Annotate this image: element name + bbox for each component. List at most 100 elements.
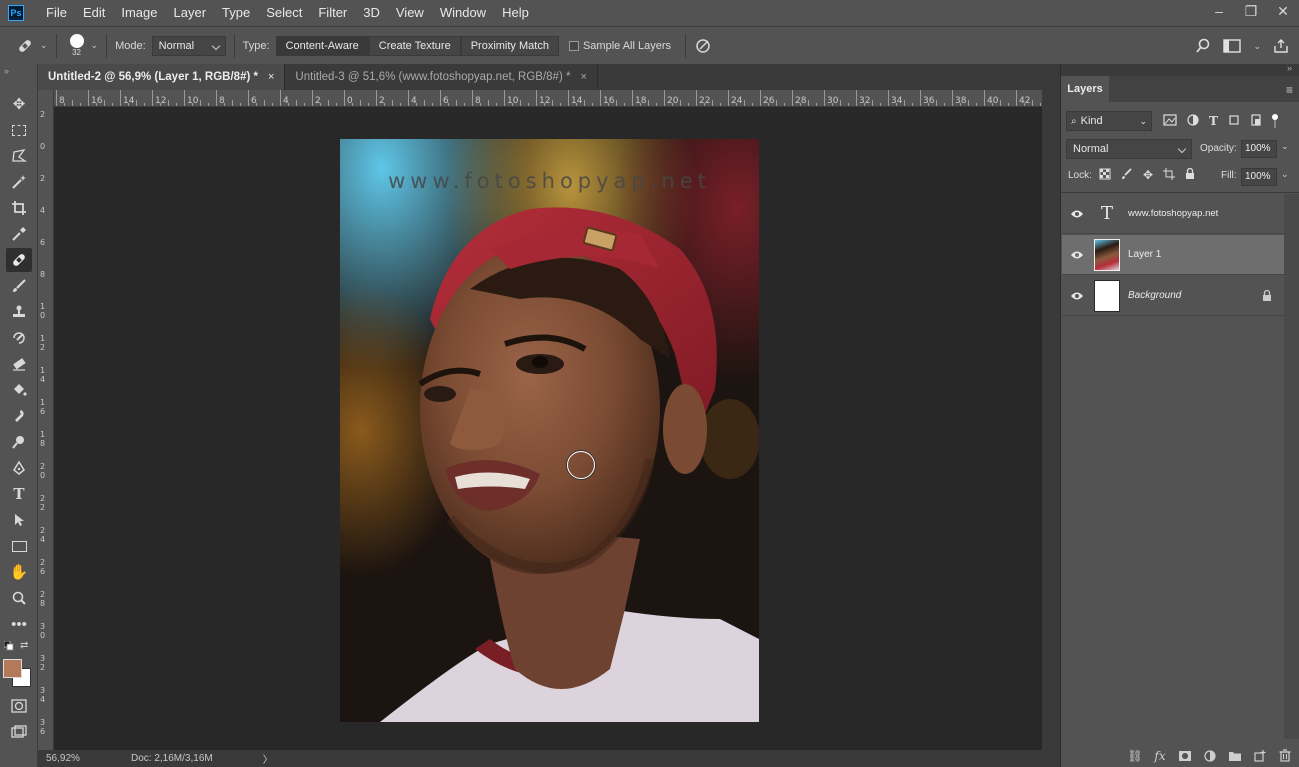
menu-layer[interactable]: Layer [166, 0, 215, 26]
tab-layers[interactable]: Layers [1061, 76, 1109, 102]
visibility-eye-icon[interactable] [1062, 250, 1092, 260]
sample-all-layers-checkbox[interactable] [568, 40, 579, 51]
magic-wand-tool-icon[interactable] [6, 170, 32, 194]
menu-select[interactable]: Select [258, 0, 310, 26]
visibility-eye-icon[interactable] [1062, 291, 1092, 301]
menu-type[interactable]: Type [214, 0, 258, 26]
marquee-tool-icon[interactable] [6, 118, 32, 142]
smudge-tool-icon[interactable] [6, 404, 32, 428]
vertical-scrollbar[interactable] [1042, 90, 1060, 750]
fill-chevron-icon[interactable]: ⌄ [1281, 169, 1289, 180]
path-selection-tool-icon[interactable] [6, 508, 32, 532]
opacity-chevron-icon[interactable]: ⌄ [1281, 141, 1289, 152]
pressure-size-icon[interactable] [694, 37, 712, 55]
tab-untitled-2[interactable]: Untitled-2 @ 56,9% (Layer 1, RGB/8#) * × [38, 64, 286, 90]
eraser-tool-icon[interactable] [6, 352, 32, 376]
opacity-input[interactable]: 100% [1241, 140, 1277, 158]
content-aware-button[interactable]: Content-Aware [275, 35, 369, 56]
menu-help[interactable]: Help [494, 0, 537, 26]
visibility-eye-icon[interactable] [1062, 209, 1092, 219]
share-icon[interactable] [1273, 38, 1289, 54]
layer-row-background[interactable]: Background [1062, 276, 1284, 316]
zoom-tool-icon[interactable] [6, 586, 32, 610]
zoom-level[interactable]: 56,92% [46, 753, 116, 764]
menu-3d[interactable]: 3D [355, 0, 388, 26]
filter-toggle-icon[interactable] [1271, 114, 1278, 129]
proximity-match-button[interactable]: Proximity Match [460, 35, 559, 56]
workspace-chevron-icon[interactable]: ⌄ [1253, 41, 1261, 52]
create-texture-button[interactable]: Create Texture [368, 35, 461, 56]
layer-style-fx-icon[interactable]: fx [1153, 749, 1167, 763]
filter-shape-icon[interactable] [1228, 114, 1240, 129]
restore-button[interactable]: ❐ [1235, 0, 1267, 22]
layer-filter-select[interactable]: ⌕ Kind ⌄ [1066, 111, 1152, 131]
menu-window[interactable]: Window [432, 0, 494, 26]
lock-image-icon[interactable] [1121, 168, 1133, 183]
delete-layer-trash-icon[interactable] [1278, 749, 1292, 763]
filter-pixel-icon[interactable] [1163, 114, 1177, 129]
new-group-folder-icon[interactable] [1228, 749, 1242, 763]
horizontal-ruler[interactable]: 8 16 14 12 10 8 6 4 2 0 2 4 6 8 10 12 14 16 18 20 22 24 26 28 30… [54, 90, 1042, 107]
screen-mode-icon[interactable] [6, 720, 32, 744]
paint-bucket-tool-icon[interactable] [6, 378, 32, 402]
add-mask-icon[interactable] [1178, 749, 1192, 763]
canvas-workspace[interactable]: www.fotoshopyap.net [54, 107, 1042, 750]
history-brush-tool-icon[interactable] [6, 326, 32, 350]
document-canvas[interactable]: www.fotoshopyap.net [340, 139, 759, 722]
more-tools-icon[interactable]: ••• [6, 612, 32, 636]
crop-tool-icon[interactable] [6, 196, 32, 220]
lock-transparent-icon[interactable] [1099, 168, 1111, 183]
layer-row-layer-1[interactable]: Layer 1 [1062, 235, 1284, 275]
collapse-panel-icon[interactable]: » [4, 66, 9, 76]
menu-filter[interactable]: Filter [310, 0, 355, 26]
move-tool-icon[interactable]: ✥ [6, 92, 32, 116]
link-layers-icon[interactable]: ⛓ [1127, 749, 1142, 763]
type-tool-icon[interactable]: T [6, 482, 32, 506]
filter-type-icon[interactable]: T [1209, 114, 1218, 129]
spot-healing-brush-tool-icon[interactable] [6, 248, 32, 272]
menu-image[interactable]: Image [113, 0, 165, 26]
hand-tool-icon[interactable]: ✋ [6, 560, 32, 584]
lock-artboard-icon[interactable] [1163, 168, 1176, 183]
filter-adjustment-icon[interactable] [1187, 114, 1199, 129]
vertical-ruler[interactable]: 2 0 2 4 6 8 10 12 14 16 18 20 22 24 26 28 30 32 34 36 [38, 90, 54, 750]
default-colors-icon[interactable] [3, 640, 14, 654]
mode-select[interactable]: Normal [151, 35, 226, 56]
new-layer-icon[interactable] [1253, 749, 1267, 763]
tab-untitled-3[interactable]: Untitled-3 @ 51,6% (www.fotoshopyap.net,… [285, 64, 598, 90]
pen-tool-icon[interactable] [6, 456, 32, 480]
layers-scrollbar[interactable] [1284, 194, 1299, 739]
menu-edit[interactable]: Edit [75, 0, 113, 26]
quick-mask-icon[interactable] [6, 694, 32, 718]
close-tab-icon[interactable]: × [268, 64, 274, 90]
panel-menu-icon[interactable]: ≡ [1286, 83, 1293, 97]
fill-input[interactable]: 100% [1241, 168, 1277, 186]
menu-view[interactable]: View [388, 0, 432, 26]
minimize-button[interactable]: – [1203, 0, 1235, 22]
brush-size-picker[interactable]: 32 [65, 34, 89, 57]
blend-mode-select[interactable]: Normal [1066, 139, 1192, 159]
close-tab-icon[interactable]: × [580, 64, 586, 90]
adjustment-layer-icon[interactable] [1203, 749, 1217, 763]
layer-row-text[interactable]: T www.fotoshopyap.net [1062, 194, 1284, 234]
brush-tool-icon[interactable] [6, 274, 32, 298]
spot-healing-brush-icon[interactable] [14, 35, 36, 57]
lock-position-icon[interactable]: ✥ [1143, 168, 1153, 183]
eyedropper-tool-icon[interactable] [6, 222, 32, 246]
search-icon[interactable] [1195, 38, 1211, 54]
close-window-button[interactable]: ✕ [1267, 0, 1299, 22]
tool-preset-chevron-icon[interactable]: ⌄ [40, 40, 48, 51]
lock-all-icon[interactable] [1185, 167, 1195, 183]
swap-colors-icon[interactable]: ⇄ [20, 640, 28, 651]
workspace-icon[interactable] [1223, 39, 1242, 53]
dodge-tool-icon[interactable] [6, 430, 32, 454]
foreground-color-swatch[interactable] [3, 659, 22, 678]
collapse-panel-icon[interactable]: » [1287, 63, 1292, 73]
brush-picker-chevron-icon[interactable]: ⌄ [91, 40, 99, 51]
lasso-tool-icon[interactable] [6, 144, 32, 168]
clone-stamp-tool-icon[interactable] [6, 300, 32, 324]
rectangle-tool-icon[interactable] [6, 534, 32, 558]
status-menu-arrow-icon[interactable]: 〉 [263, 751, 273, 766]
filter-smart-object-icon[interactable] [1250, 114, 1262, 129]
menu-file[interactable]: File [38, 0, 75, 26]
